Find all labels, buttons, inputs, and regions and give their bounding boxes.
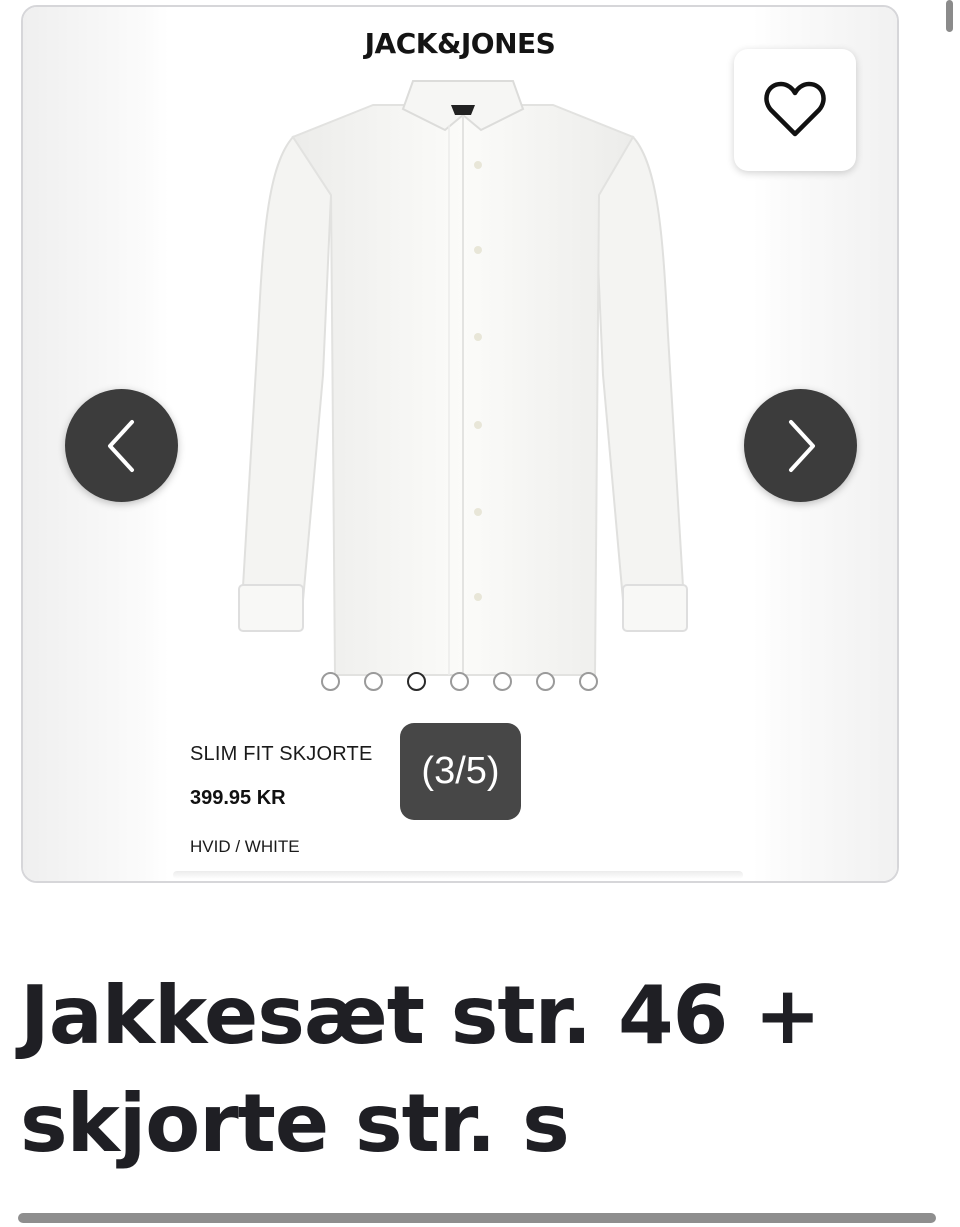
image-gallery: JACK&JONES SLIM FIT SKJORTE 399.95 KR HV… <box>21 5 899 883</box>
carousel-dot-6[interactable] <box>536 672 555 691</box>
carousel-dot-2[interactable] <box>364 672 383 691</box>
listing-title: Jakkesæt str. 46 + skjorte str. s <box>20 969 821 1170</box>
shirt-image <box>238 80 688 676</box>
horizontal-scrollbar[interactable] <box>18 1213 936 1223</box>
chevron-left-icon <box>107 419 134 472</box>
carousel-dot-7[interactable] <box>579 672 598 691</box>
next-image-button[interactable] <box>744 389 857 502</box>
carousel-dot-1[interactable] <box>321 672 340 691</box>
photo-divider <box>173 871 743 879</box>
product-color: HVID / WHITE <box>190 837 300 856</box>
product-price: 399.95 KR <box>190 787 286 809</box>
carousel-dot-4[interactable] <box>450 672 469 691</box>
product-name: SLIM FIT SKJORTE <box>190 743 373 765</box>
chevron-right-icon <box>788 419 815 472</box>
heart-icon <box>764 81 826 137</box>
image-counter: (3/5) <box>400 723 521 820</box>
carousel-dot-5[interactable] <box>493 672 512 691</box>
carousel-dot-3[interactable] <box>407 672 426 691</box>
favorite-button[interactable] <box>734 49 856 171</box>
scrollbar-thumb[interactable] <box>946 0 953 32</box>
carousel-dots <box>321 672 598 691</box>
previous-image-button[interactable] <box>65 389 178 502</box>
